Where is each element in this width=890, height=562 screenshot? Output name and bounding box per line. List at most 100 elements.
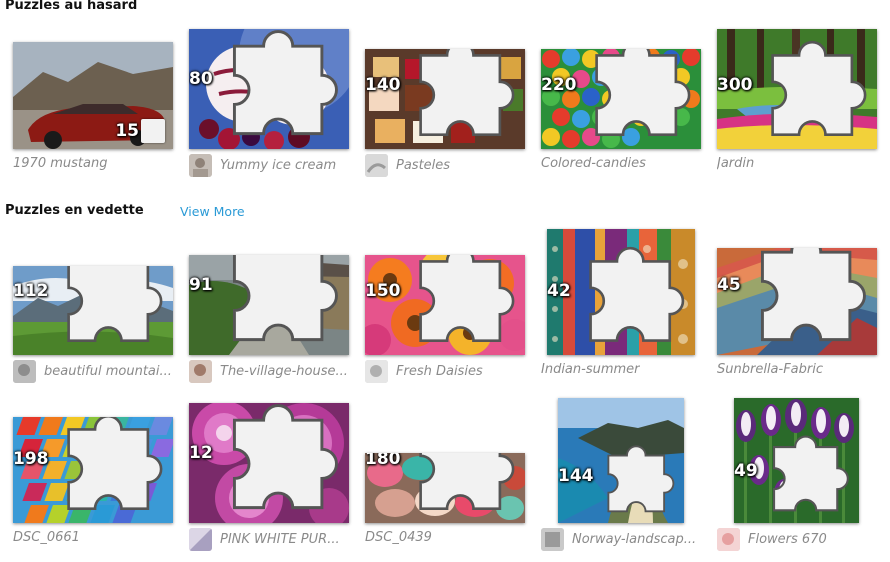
puzzle-meta: Sunbrella-Fabric: [717, 362, 823, 377]
piece-count: 42: [547, 235, 687, 349]
view-more-link[interactable]: View More: [180, 204, 245, 219]
puzzle-thumbnail[interactable]: 91: [189, 255, 349, 355]
avatar[interactable]: [365, 360, 388, 383]
puzzle-meta: Jardin: [717, 156, 754, 171]
piece-count: 144: [558, 437, 676, 518]
piece-count: 112: [13, 266, 165, 349]
puzzle-meta: Indian-summer: [541, 362, 640, 377]
puzzle-name[interactable]: beautiful mountai...: [44, 364, 172, 379]
puzzle-piece-icon: [418, 453, 514, 510]
puzzle-name[interactable]: Yummy ice cream: [220, 158, 336, 173]
piece-count-number: 12: [189, 443, 213, 464]
puzzle-meta: DSC_0661: [13, 530, 80, 545]
piece-count: 15: [115, 119, 165, 143]
puzzle-thumbnail[interactable]: 150: [365, 255, 525, 355]
piece-count-number: 15: [115, 120, 139, 141]
avatar[interactable]: [13, 360, 36, 383]
puzzle-gallery-page: Puzzles au hasard Puzzles en vedette Vie…: [0, 0, 890, 562]
puzzle-name[interactable]: Flowers 670: [748, 532, 827, 547]
avatar[interactable]: [365, 154, 388, 177]
puzzle-piece-icon: [232, 29, 338, 135]
piece-count: 198: [13, 417, 165, 517]
puzzle-thumbnail[interactable]: 15: [13, 42, 173, 149]
puzzle-name[interactable]: Colored-candies: [541, 156, 646, 171]
puzzle-name[interactable]: Fresh Daisies: [396, 364, 483, 379]
piece-count: 220: [541, 49, 693, 143]
puzzle-name[interactable]: DSC_0661: [13, 530, 80, 545]
piece-count-number: 300: [717, 75, 753, 96]
puzzle-thumbnail[interactable]: 140: [365, 49, 525, 149]
puzzle-meta: Flowers 670: [717, 528, 827, 551]
puzzle-thumbnail[interactable]: 49: [734, 398, 859, 523]
puzzle-thumbnail[interactable]: 12: [189, 403, 349, 523]
puzzle-piece-icon: [232, 403, 338, 509]
piece-count: 80: [189, 29, 341, 143]
puzzle-piece-icon: [760, 248, 866, 341]
puzzle-piece-icon: [66, 266, 162, 342]
piece-count: 150: [365, 255, 517, 349]
puzzle-meta: DSC_0439: [365, 530, 432, 545]
avatar[interactable]: [189, 528, 212, 551]
piece-count: 91: [189, 255, 341, 349]
piece-count-number: 180: [365, 453, 401, 470]
puzzle-name[interactable]: The-village-house...: [220, 364, 348, 379]
avatar[interactable]: [541, 528, 564, 551]
puzzle-thumbnail[interactable]: 300: [717, 29, 877, 149]
puzzle-piece-icon: [588, 246, 684, 342]
section-title-random: Puzzles au hasard: [5, 0, 138, 13]
puzzle-piece-icon: [606, 444, 674, 512]
avatar[interactable]: [717, 528, 740, 551]
puzzle-thumbnail[interactable]: 198: [13, 417, 173, 523]
puzzle-name[interactable]: 1970 mustang: [13, 156, 107, 171]
puzzle-thumbnail[interactable]: 180: [365, 453, 525, 523]
puzzle-piece-icon: [66, 417, 162, 510]
piece-count-number: 198: [13, 449, 49, 470]
piece-count-number: 140: [365, 75, 401, 96]
puzzle-meta: PINK WHITE PUR...: [189, 528, 340, 551]
puzzle-name[interactable]: PINK WHITE PUR...: [220, 532, 340, 547]
piece-count: 180: [365, 453, 517, 517]
piece-count: 140: [365, 49, 517, 143]
piece-count-number: 220: [541, 75, 577, 96]
piece-count-number: 42: [547, 281, 571, 302]
puzzle-meta: Yummy ice cream: [189, 154, 336, 177]
puzzle-thumbnail[interactable]: 144: [558, 398, 684, 523]
puzzle-name[interactable]: Pasteles: [396, 158, 450, 173]
puzzle-name[interactable]: Sunbrella-Fabric: [717, 362, 823, 377]
puzzle-meta: Fresh Daisies: [365, 360, 483, 383]
piece-count-number: 91: [189, 275, 213, 296]
puzzle-meta: Norway-landscap...: [541, 528, 696, 551]
avatar[interactable]: [189, 360, 212, 383]
section-title-featured: Puzzles en vedette: [5, 203, 144, 218]
square-icon: [141, 119, 165, 143]
puzzle-thumbnail[interactable]: 42: [547, 229, 695, 355]
puzzle-thumbnail[interactable]: 112: [13, 266, 173, 355]
puzzle-meta: 1970 mustang: [13, 156, 107, 171]
puzzle-name[interactable]: DSC_0439: [365, 530, 432, 545]
piece-count: 12: [189, 403, 341, 517]
puzzle-piece-icon: [594, 49, 690, 136]
puzzle-piece-icon: [418, 49, 514, 136]
puzzle-name[interactable]: Norway-landscap...: [572, 532, 696, 547]
piece-count-number: 144: [558, 466, 594, 487]
puzzle-piece-icon: [232, 255, 338, 341]
puzzle-thumbnail[interactable]: 80: [189, 29, 349, 149]
piece-count-number: 150: [365, 281, 401, 302]
puzzle-meta: Colored-candies: [541, 156, 646, 171]
piece-count: 300: [717, 29, 869, 143]
puzzle-name[interactable]: Indian-summer: [541, 362, 640, 377]
puzzle-piece-icon: [770, 40, 866, 136]
piece-count-number: 45: [717, 275, 741, 296]
avatar[interactable]: [189, 154, 212, 177]
puzzle-meta: The-village-house...: [189, 360, 348, 383]
piece-count-number: 112: [13, 281, 49, 302]
puzzle-piece-icon: [418, 255, 514, 342]
piece-count-number: 80: [189, 69, 213, 90]
piece-count: 49: [734, 426, 851, 517]
puzzle-thumbnail[interactable]: 220: [541, 49, 701, 149]
piece-count: 45: [717, 248, 869, 349]
piece-count-number: 49: [734, 460, 758, 481]
puzzle-thumbnail[interactable]: 45: [717, 248, 877, 355]
puzzle-name[interactable]: Jardin: [717, 156, 754, 171]
puzzle-piece-icon: [772, 435, 849, 512]
